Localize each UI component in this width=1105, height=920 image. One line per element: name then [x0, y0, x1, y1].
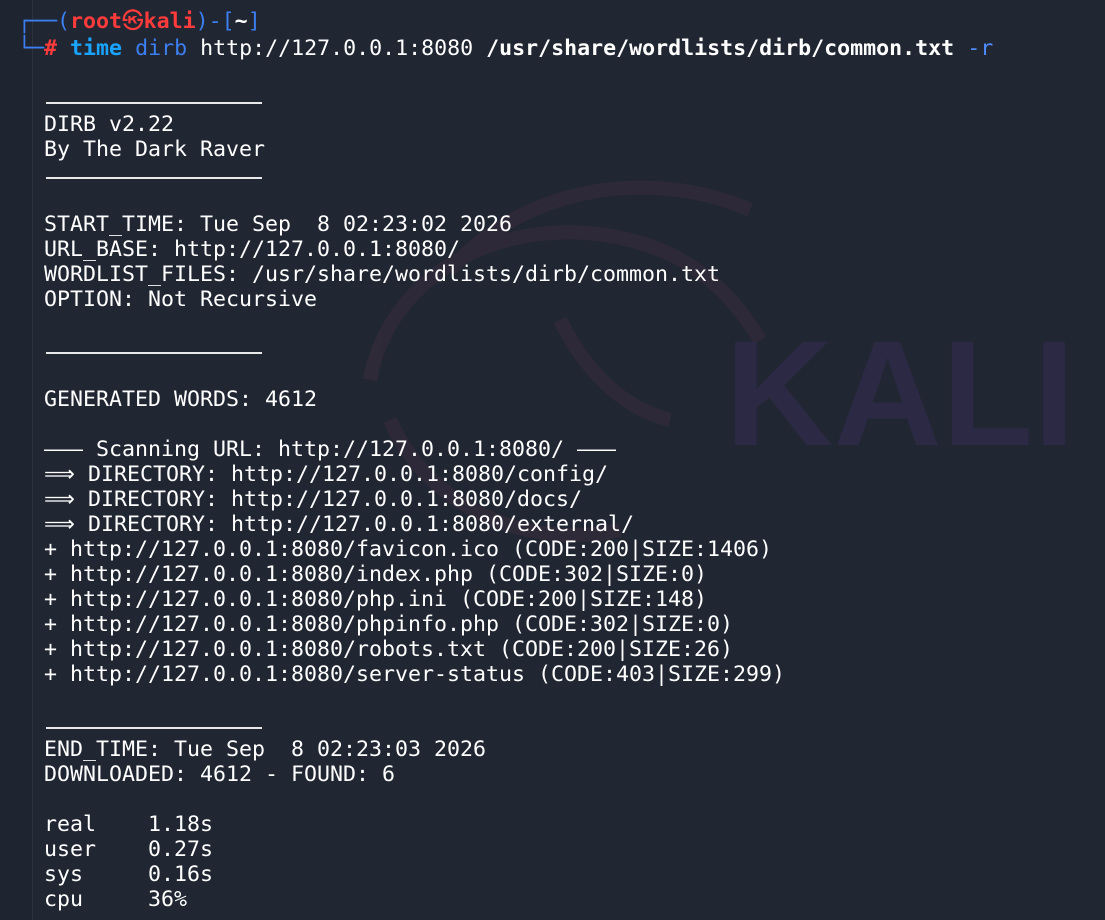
timing-cpu-label: cpu: [44, 887, 84, 912]
command-keyword: time: [70, 36, 123, 61]
separator-rule: [44, 87, 1094, 112]
banner-version: DIRB v2.22: [44, 112, 175, 137]
result-line: ⟹ DIRECTORY: http://127.0.0.1:8080/confi…: [44, 462, 608, 487]
prompt-box-corner: ┌──(: [18, 9, 71, 34]
terminal-left-gutter: [0, 0, 33, 920]
command-wordlist-arg: /usr/share/wordlists/dirb/common.txt: [486, 36, 955, 61]
result-line: ⟹ DIRECTORY: http://127.0.0.1:8080/exter…: [44, 512, 634, 537]
timing-user: user 0.27s: [44, 837, 1094, 862]
result-line: + http://127.0.0.1:8080/favicon.ico (COD…: [44, 537, 773, 562]
timing-real: real 1.18s: [44, 812, 1094, 837]
separator-rule: [44, 337, 1094, 362]
scan-option: OPTION: Not Recursive: [44, 287, 318, 312]
prompt-cwd: ~: [234, 9, 248, 34]
prompt-hash: #: [44, 36, 58, 61]
result-line: + http://127.0.0.1:8080/php.ini (CODE:20…: [44, 587, 708, 612]
downloaded-summary: DOWNLOADED: 4612 - FOUND: 6: [44, 762, 396, 787]
start-time: START_TIME: Tue Sep 8 02:23:02 2026: [44, 212, 513, 237]
command-flag: -r: [967, 36, 994, 61]
result-line: + http://127.0.0.1:8080/server-status (C…: [44, 662, 786, 687]
result-line: + http://127.0.0.1:8080/robots.txt (CODE…: [44, 637, 734, 662]
command-url-arg: http://127.0.0.1:8080: [200, 36, 474, 61]
result-line: + http://127.0.0.1:8080/index.php (CODE:…: [44, 562, 708, 587]
timing-real-label: real: [44, 812, 97, 837]
prompt-host: kali: [143, 9, 196, 34]
end-time: END_TIME: Tue Sep 8 02:23:03 2026: [44, 737, 487, 762]
result-line: ⟹ DIRECTORY: http://127.0.0.1:8080/docs/: [44, 487, 582, 512]
generated-words: GENERATED WORDS: 4612: [44, 387, 318, 412]
result-line: + http://127.0.0.1:8080/phpinfo.php (COD…: [44, 612, 734, 637]
wordlist-files: WORDLIST_FILES: /usr/share/wordlists/dir…: [44, 262, 721, 287]
prompt-user: root: [70, 9, 123, 34]
timing-sys-label: sys: [44, 862, 84, 887]
banner-author: By The Dark Raver: [44, 137, 266, 162]
timing-sys-value: 0.16s: [148, 862, 214, 887]
timing-cpu: cpu 36%: [44, 887, 1094, 912]
timing-user-label: user: [44, 837, 97, 862]
prompt-line-command[interactable]: └─# time dirb http://127.0.0.1:8080 /usr…: [18, 35, 1094, 62]
scan-header: ——— Scanning URL: http://127.0.0.1:8080/…: [44, 437, 617, 462]
timing-cpu-value: 36%: [148, 887, 188, 912]
prompt-box-mid: )-[: [195, 9, 235, 34]
prompt-line-top: ┌──(root㉿kali)-[~]: [18, 8, 1094, 35]
terminal-output[interactable]: ┌──(root㉿kali)-[~] └─# time dirb http://…: [18, 8, 1094, 912]
url-base: URL_BASE: http://127.0.0.1:8080/: [44, 237, 461, 262]
prompt-box-bottom-corner: └─: [18, 36, 45, 61]
prompt-box-end: ]: [247, 9, 261, 34]
command-program: dirb: [135, 36, 188, 61]
timing-user-value: 0.27s: [148, 837, 214, 862]
timing-sys: sys 0.16s: [44, 862, 1094, 887]
timing-real-value: 1.18s: [148, 812, 214, 837]
separator-rule: [44, 162, 1094, 187]
kali-skull-icon: ㉿: [122, 9, 144, 34]
separator-rule: [44, 712, 1094, 737]
